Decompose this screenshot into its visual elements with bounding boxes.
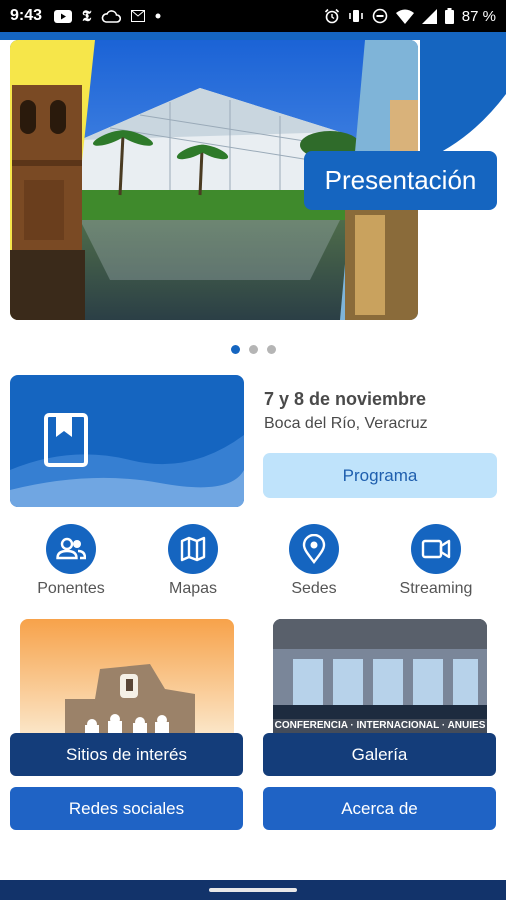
dot-icon: [155, 13, 161, 19]
quick-link-streaming[interactable]: Streaming: [386, 524, 486, 598]
carousel-dot[interactable]: [248, 345, 258, 354]
redes-sociales-button[interactable]: Redes sociales: [10, 787, 243, 830]
event-card[interactable]: [10, 375, 244, 507]
battery-icon: [444, 8, 454, 24]
acerca-de-button[interactable]: Acerca de: [263, 787, 496, 830]
quick-link-label: Mapas: [168, 580, 218, 597]
galeria-banner-text: CONFERENCIA · INTERNACIONAL · ANUIES: [275, 720, 486, 731]
wifi-icon: [395, 9, 414, 24]
quick-link-sedes[interactable]: Sedes: [264, 524, 364, 598]
carousel-caption[interactable]: Presentación: [304, 151, 497, 210]
signal-icon: [421, 8, 437, 24]
people-icon: [56, 537, 86, 560]
map-icon: [180, 536, 206, 562]
cloud-icon: [101, 9, 122, 23]
carousel-dot[interactable]: [230, 345, 240, 354]
event-date: 7 y 8 de noviembre: [264, 389, 427, 409]
quick-link-label: Ponentes: [37, 580, 105, 597]
event-place: Boca del Río, Veracruz: [264, 415, 428, 432]
nyt-icon: 𝕿: [82, 7, 92, 25]
battery-level: 87 %: [461, 7, 496, 25]
system-icons: 87 %: [324, 8, 496, 25]
vibrate-icon: [348, 10, 363, 22]
sitios-image[interactable]: [20, 619, 234, 734]
alarm-icon: [324, 8, 339, 24]
video-camera-icon: [421, 539, 451, 559]
gmail-icon: [131, 10, 146, 22]
quick-link-label: Sedes: [291, 580, 337, 597]
quick-link-circle: [46, 524, 96, 574]
sitios-button[interactable]: Sitios de interés: [10, 733, 243, 776]
youtube-icon: [54, 9, 73, 23]
clock: 9:43: [10, 7, 43, 24]
carousel-pagination: [0, 345, 506, 354]
quick-link-mapas[interactable]: Mapas: [143, 524, 243, 598]
home-gesture-handle[interactable]: [209, 888, 297, 892]
status-bar: 9:43 𝕿 87 %: [0, 0, 506, 32]
quick-link-circle: [168, 524, 218, 574]
galeria-button[interactable]: Galería: [263, 733, 496, 776]
program-button[interactable]: Programa: [263, 453, 497, 498]
quick-link-circle: [411, 524, 461, 574]
location-pin-icon: [302, 534, 326, 564]
notification-icons: 𝕿: [54, 7, 161, 25]
quick-link-ponentes[interactable]: Ponentes: [21, 524, 121, 598]
dnd-icon: [372, 8, 388, 24]
quick-link-circle: [289, 524, 339, 574]
quick-link-label: Streaming: [399, 580, 473, 597]
carousel-dot[interactable]: [266, 345, 276, 354]
system-nav-bar: [0, 880, 506, 900]
galeria-image[interactable]: CONFERENCIA · INTERNACIONAL · ANUIES: [273, 619, 487, 734]
